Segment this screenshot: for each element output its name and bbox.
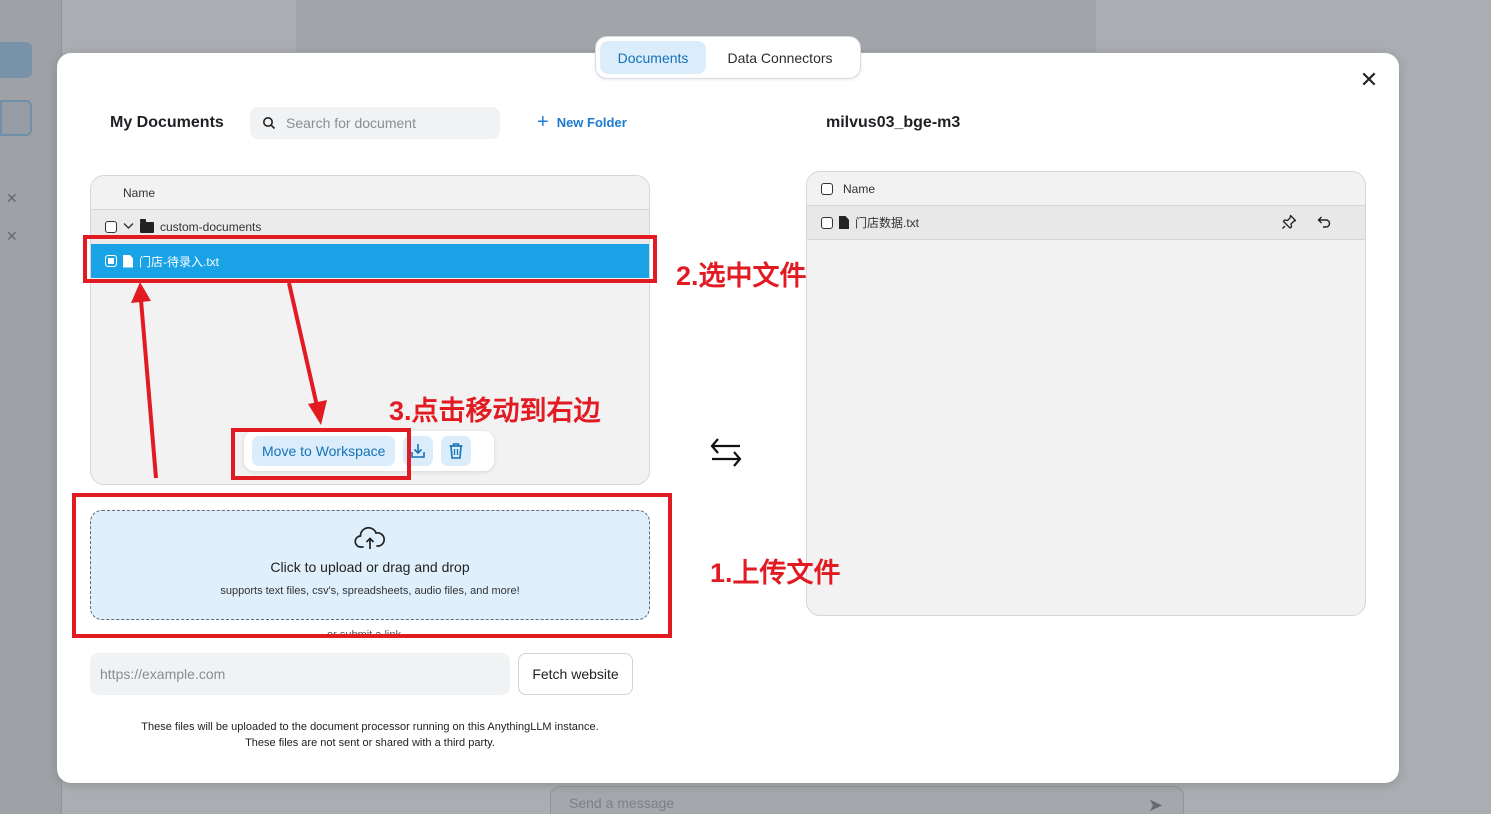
- folder-row[interactable]: custom-documents: [91, 210, 649, 244]
- workspace-file-checkbox[interactable]: [821, 216, 833, 229]
- plus-icon: +: [537, 111, 549, 133]
- pin-icon[interactable]: [1281, 214, 1297, 230]
- tab-data-connectors[interactable]: Data Connectors: [712, 41, 848, 74]
- document-search: [250, 107, 500, 139]
- upload-title: Click to upload or drag and drop: [270, 559, 470, 575]
- chevron-down-icon[interactable]: [123, 221, 134, 233]
- close-icon[interactable]: ✕: [1357, 68, 1381, 92]
- move-to-workspace-button[interactable]: Move to Workspace: [252, 436, 396, 466]
- url-input[interactable]: [90, 653, 510, 695]
- my-documents-title: My Documents: [110, 114, 224, 131]
- upload-disclaimer: These files will be uploaded to the docu…: [90, 719, 650, 751]
- file-icon: [123, 254, 133, 268]
- annotation-step-2: 2.选中文件: [676, 261, 807, 291]
- folder-name: custom-documents: [160, 220, 262, 234]
- workspace-file-name: 门店数据.txt: [855, 216, 920, 230]
- workspace-file-actions: [1281, 214, 1331, 230]
- select-all-checkbox[interactable]: [821, 182, 833, 195]
- workspace-column-header: Name: [807, 172, 1365, 206]
- cloud-upload-icon: [91, 527, 649, 551]
- folder-icon: [140, 218, 154, 233]
- file-icon: [839, 216, 849, 229]
- workspace-column-name: Name: [843, 181, 876, 196]
- file-checkbox[interactable]: [105, 255, 117, 267]
- file-name: 门店-待录入.txt: [139, 254, 219, 269]
- submit-link-text: or submit a link: [327, 629, 401, 641]
- upload-dropzone[interactable]: Click to upload or drag and drop support…: [90, 510, 650, 620]
- tab-documents[interactable]: Documents: [600, 41, 706, 74]
- selection-action-bar: Move to Workspace: [244, 431, 494, 471]
- new-folder-label: New Folder: [556, 114, 627, 130]
- modal-tabs: Documents Data Connectors: [595, 36, 861, 79]
- annotation-step-1: 1.上传文件: [710, 558, 841, 588]
- upload-subtitle: supports text files, csv's, spreadsheets…: [220, 585, 520, 597]
- undo-icon[interactable]: [1315, 214, 1331, 230]
- search-input[interactable]: [286, 115, 486, 131]
- column-header-name: Name: [91, 176, 649, 210]
- disclaimer-line-1: These files will be uploaded to the docu…: [141, 721, 599, 733]
- workspace-file-row[interactable]: 门店数据.txt: [807, 206, 1365, 240]
- move-to-folder-icon[interactable]: [403, 436, 434, 466]
- new-folder-button[interactable]: + New Folder: [537, 111, 627, 133]
- swap-arrows-icon[interactable]: [709, 435, 743, 469]
- fetch-website-button[interactable]: Fetch website: [518, 653, 633, 695]
- folder-checkbox[interactable]: [105, 221, 117, 233]
- workspace-documents-panel: Name 门店数据.txt: [806, 171, 1366, 616]
- disclaimer-line-2: These files are not sent or shared with …: [245, 737, 495, 749]
- file-row-selected[interactable]: 门店-待录入.txt: [91, 244, 649, 278]
- trash-icon[interactable]: [441, 436, 472, 466]
- workspace-title: milvus03_bge-m3: [826, 114, 961, 131]
- search-icon: [262, 116, 276, 130]
- document-manager-modal: ✕ My Documents + New Folder milvus03_bge…: [57, 53, 1399, 783]
- annotation-step-3: 3.点击移动到右边: [389, 396, 601, 426]
